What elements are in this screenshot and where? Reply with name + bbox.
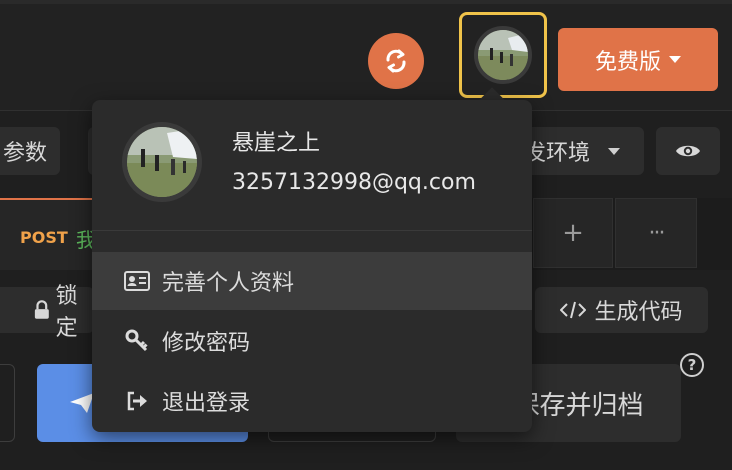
eye-icon: [676, 145, 700, 157]
key-icon: [124, 328, 150, 354]
chevron-down-icon: [608, 147, 620, 155]
code-icon: [560, 301, 587, 319]
input-box-partial[interactable]: [0, 364, 15, 442]
menu-item-label: 退出登录: [162, 391, 251, 416]
plus-icon: +: [562, 218, 584, 248]
id-card-icon: [124, 268, 150, 294]
add-tab-button[interactable]: +: [533, 198, 613, 268]
generate-code-button[interactable]: 生成代码: [535, 287, 708, 333]
user-dropdown-menu: 悬崖之上 3257132998@qq.com 完善个人资料 修改密码 退出登录: [92, 100, 532, 432]
avatar: [474, 26, 532, 84]
help-icon[interactable]: ?: [680, 353, 704, 377]
environment-label: 发环境: [523, 141, 590, 166]
menu-divider: [92, 230, 532, 231]
menu-item-label: 修改密码: [162, 331, 251, 356]
request-method: POST: [20, 228, 68, 247]
more-tabs-button[interactable]: ···: [615, 198, 697, 268]
view-environment-button[interactable]: [656, 127, 720, 175]
more-icon: ···: [648, 220, 666, 246]
user-avatar-button[interactable]: [459, 12, 547, 98]
lock-button[interactable]: 锁定: [0, 284, 94, 341]
profile-avatar: [122, 122, 202, 202]
profile-username: 悬崖之上: [232, 131, 321, 156]
lock-label: 锁定: [55, 284, 78, 341]
logout-icon: [124, 388, 150, 414]
plan-dropdown-button[interactable]: 免费版: [558, 28, 718, 91]
plan-label: 免费版: [594, 49, 661, 75]
sync-icon: [386, 49, 406, 73]
menu-item-logout[interactable]: 退出登录: [92, 372, 532, 430]
chevron-down-icon: [669, 56, 681, 63]
menu-item-edit-profile[interactable]: 完善个人资料: [92, 252, 532, 310]
profile-email: 3257132998@qq.com: [232, 170, 476, 195]
params-label: 参数: [2, 141, 47, 166]
save-archive-label: 保存并归档: [513, 390, 644, 421]
lock-icon: [34, 300, 49, 319]
menu-item-label: 完善个人资料: [162, 271, 295, 296]
sync-button[interactable]: [368, 33, 424, 89]
params-button[interactable]: 参数: [0, 127, 60, 175]
menu-item-change-password[interactable]: 修改密码: [92, 312, 532, 370]
generate-code-label: 生成代码: [594, 300, 683, 325]
top-strip: [0, 0, 732, 4]
